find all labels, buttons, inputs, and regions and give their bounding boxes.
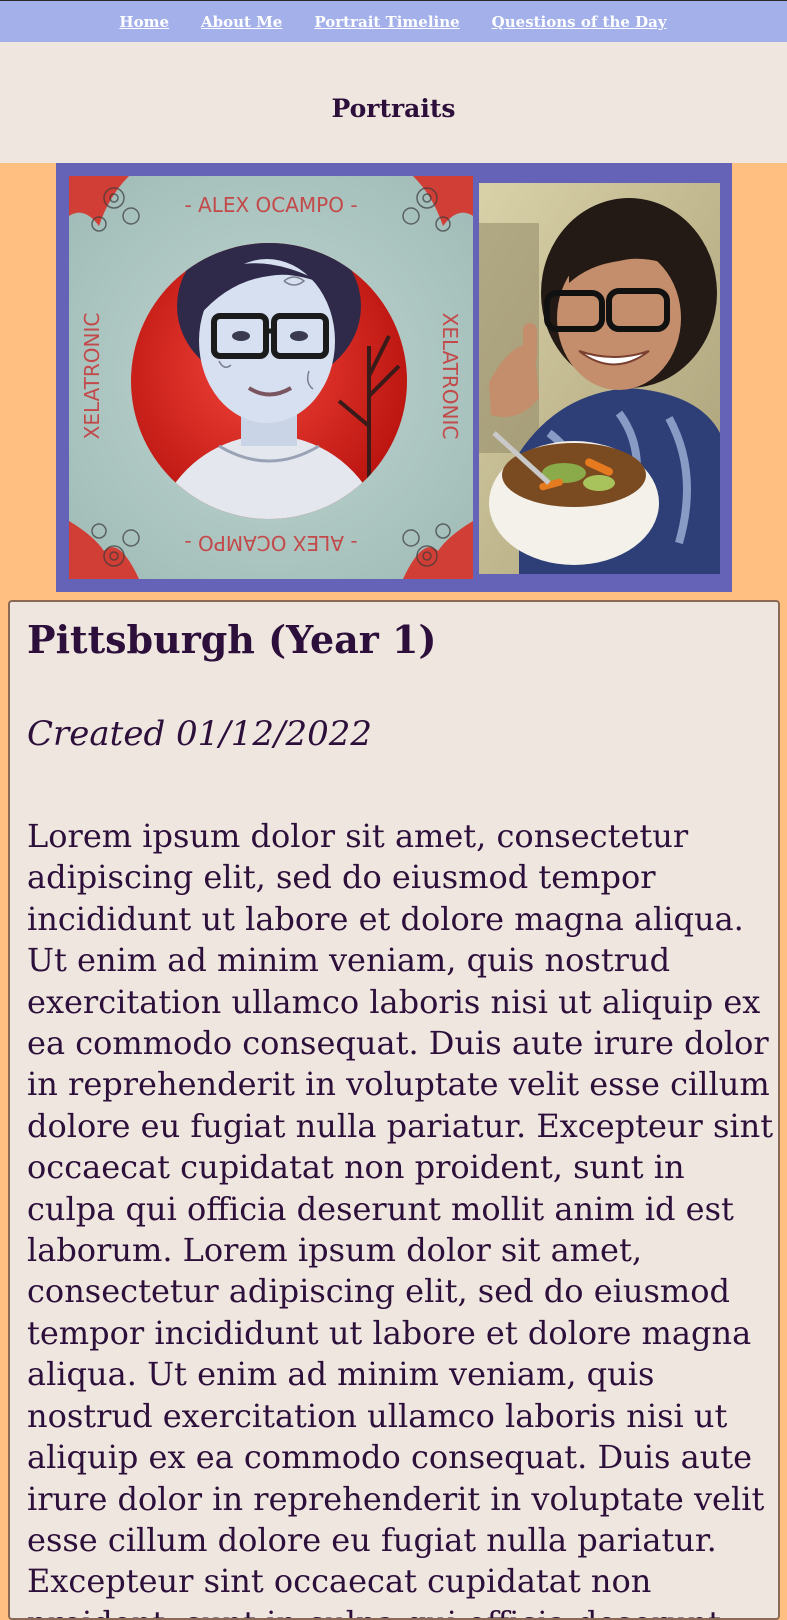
artwork-caption-top: - ALEX OCAMPO - [184, 193, 357, 217]
nav-links: Home About Me Portrait Timeline Question… [0, 13, 787, 31]
page-title: Portraits [331, 94, 456, 123]
artwork-caption-left: XELATRONIC [80, 313, 104, 440]
artwork-caption-bottom: - ALEX OCAMPO - [184, 531, 357, 555]
nav-link-questions-of-the-day[interactable]: Questions of the Day [492, 13, 667, 31]
selfie-photo-svg [479, 183, 720, 574]
nav-link-portrait-timeline[interactable]: Portrait Timeline [314, 13, 459, 31]
artwork-caption-right: XELATRONIC [438, 313, 462, 440]
entry-title: Pittsburgh (Year 1) [27, 617, 437, 662]
illustrated-portrait-svg: - ALEX OCAMPO - - ALEX OCAMPO - XELATRON… [69, 176, 473, 579]
entry-created-date: Created 01/12/2022 [27, 714, 372, 754]
portraits-banner: - ALEX OCAMPO - - ALEX OCAMPO - XELATRON… [56, 163, 732, 592]
nav-link-about-me[interactable]: About Me [201, 13, 282, 31]
illustrated-portrait-image: - ALEX OCAMPO - - ALEX OCAMPO - XELATRON… [69, 176, 473, 579]
entry-body-text: Lorem ipsum dolor sit amet, consectetur … [27, 817, 774, 1618]
selfie-photo-image [479, 183, 720, 574]
nav-link-home[interactable]: Home [119, 13, 169, 31]
top-navbar: Home About Me Portrait Timeline Question… [0, 0, 787, 42]
portrait-entry-card: Pittsburgh (Year 1) Created 01/12/2022 L… [8, 600, 780, 1620]
